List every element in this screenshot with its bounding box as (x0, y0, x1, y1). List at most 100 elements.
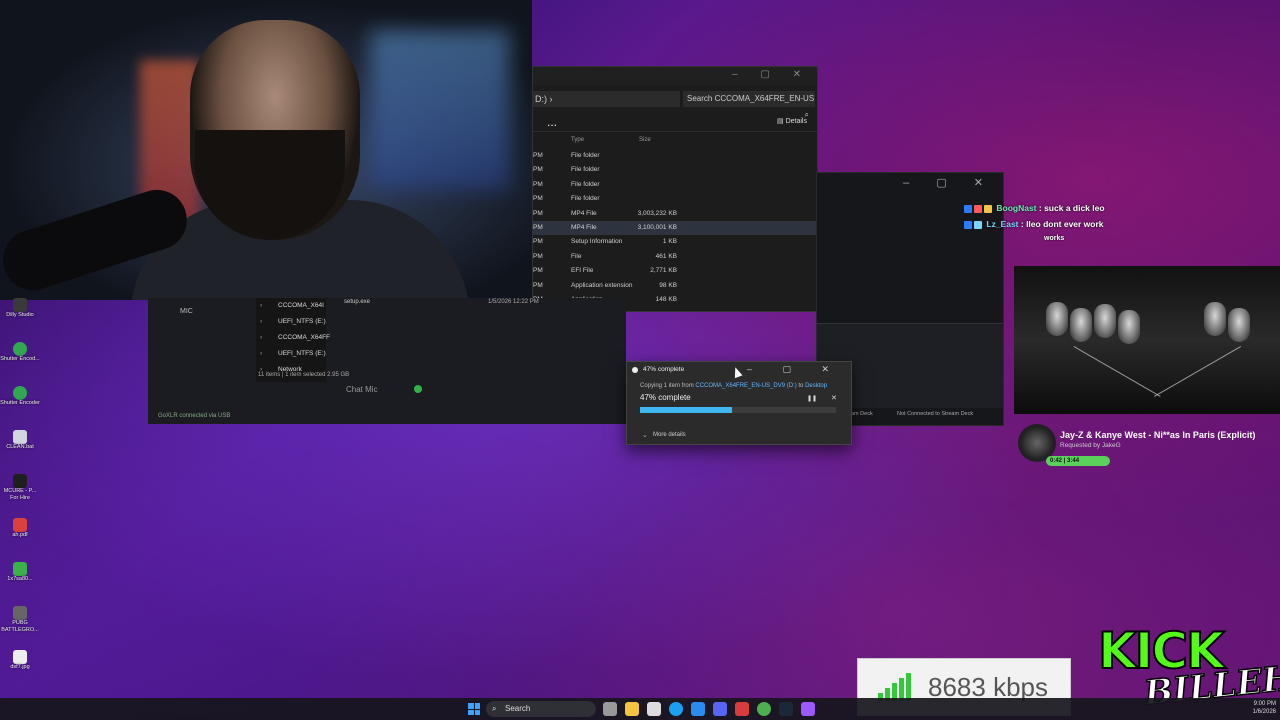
clock-time: 9:00 PM (1253, 701, 1276, 707)
file-row[interactable]: PM EFI File 2,771 KB (533, 264, 817, 278)
desktop-icon[interactable]: Shutter Encod... (0, 342, 40, 386)
modified-cell: PM (533, 238, 543, 246)
file-row[interactable]: PM File folder (533, 178, 817, 192)
size-cell: 3,003,232 KB (637, 209, 677, 217)
dialog-window-controls[interactable]: – ▢ ✕ (747, 364, 843, 375)
obs-icon[interactable] (735, 702, 749, 716)
chat-mic-label: Chat Mic (346, 385, 378, 394)
tree-item-drive[interactable]: › CCCOMA_X64FF (256, 330, 330, 346)
chat-overlay: BoogNast : suck a dick leo Lz_East : lle… (964, 203, 1264, 251)
taskbar: ⌕ Search 9:00 PM 1/6/2026 (0, 698, 1280, 720)
tree-item-drive[interactable]: › UEFI_NTFS (E:) (256, 314, 326, 330)
chrome-icon[interactable] (757, 702, 771, 716)
badge-icon (974, 204, 982, 213)
chevron-down-icon[interactable]: ⌄ (642, 431, 648, 439)
source-link[interactable]: CCCOMA_X64FRE_EN-US_DV9 (D:) (695, 383, 796, 389)
streamdeck-window-controls[interactable]: – ▢ ✕ (903, 176, 995, 189)
file-explorer-icon[interactable] (625, 702, 639, 716)
cancel-button[interactable]: ✕ (831, 394, 837, 402)
app-icon (13, 474, 27, 488)
more-details-button[interactable]: More details (653, 432, 686, 438)
taskbar-search[interactable]: ⌕ Search (486, 701, 596, 717)
type-cell: MP4 File (571, 209, 597, 217)
video-face (1046, 302, 1068, 336)
deck-label: am Deck (851, 411, 873, 417)
premiere-icon[interactable] (801, 702, 815, 716)
explorer-search-input[interactable]: Search CCCOMA_X64FRE_EN-US ⌕ (683, 91, 815, 119)
details-icon: ▤ (777, 118, 784, 125)
column-header: Type Size (533, 135, 817, 147)
modified-cell: PM (533, 223, 543, 231)
search-placeholder: Search CCCOMA_X64FRE_EN-US (687, 94, 815, 103)
desktop-icon[interactable]: Dilly Studio (0, 298, 40, 342)
video-face (1228, 308, 1250, 342)
type-cell: Setup Information (571, 238, 623, 246)
size-cell: 98 KB (659, 281, 677, 289)
desktop-icon-label: 1x7sa80... (7, 576, 33, 582)
obs-audio-panel: MIC › CCCOMA_X64I › UEFI_NTFS (E:) › CCCOMA… (148, 298, 626, 424)
file-row[interactable]: PM File 461 KB (533, 250, 817, 264)
file-row-selected[interactable]: PM MP4 File 3,100,001 KB (533, 220, 817, 236)
goxlr-status: GoXLR connected via USB (158, 413, 231, 419)
notes-icon[interactable] (647, 702, 661, 716)
store-icon[interactable] (691, 702, 705, 716)
badge-icon (964, 204, 972, 213)
explorer-window-controls[interactable]: – ▢ ✕ (732, 69, 811, 80)
system-clock[interactable]: 9:00 PM 1/6/2026 (1253, 700, 1276, 716)
chevron-right-icon[interactable]: › (260, 302, 262, 309)
desktop-icon[interactable]: PUBG BATTLEGRO... (0, 606, 40, 650)
tree-item-drive[interactable]: › UEFI_NTFS (E:) (256, 346, 326, 362)
file-row[interactable]: PM File folder (533, 149, 817, 163)
song-progress-pill: 0:42 | 3:44 (1046, 456, 1110, 466)
badge-icon (964, 220, 972, 229)
desktop-icon[interactable]: MCURE - P... For Hire (0, 474, 40, 518)
address-bar[interactable]: D:) › (533, 91, 680, 107)
file-date: 1/5/2026 12:22 PM (488, 299, 539, 305)
desktop-icon-label: PUBG BATTLEGRO... (1, 620, 39, 633)
chat-text: lleo dont ever work (1026, 219, 1104, 229)
window-light (370, 30, 510, 190)
destination-link[interactable]: Desktop (805, 383, 827, 389)
file-row[interactable]: PM File folder (533, 163, 817, 177)
tree-item-drive[interactable]: › CCCOMA_X64I (256, 298, 326, 314)
discord-icon[interactable] (713, 702, 727, 716)
desktop-icon-label: Dilly Studio (6, 312, 34, 318)
file-row[interactable]: PM Application extension 98 KB (533, 279, 817, 293)
more-options-button[interactable]: ... (547, 115, 557, 129)
chevron-right-icon[interactable]: › (260, 334, 262, 341)
app-icon (13, 430, 27, 444)
pause-button[interactable]: ❚❚ (807, 395, 817, 402)
desktop-icon[interactable]: 1x7sa80... (0, 562, 40, 606)
desktop-icon[interactable]: Shutter Encoder (0, 386, 40, 430)
webcam-feed (0, 0, 532, 300)
desktop-icon[interactable]: dsf7.jpg (0, 650, 40, 694)
task-view-icon[interactable] (603, 702, 617, 716)
type-cell: EFI File (571, 267, 594, 275)
file-row[interactable]: PM MP4 File 3,003,232 KB (533, 207, 817, 221)
type-cell: File folder (571, 166, 600, 174)
file-explorer-window: – ▢ ✕ D:) › Search CCCOMA_X64FRE_EN-US ⌕… (532, 66, 818, 312)
edge-icon[interactable] (669, 702, 683, 716)
desktop-icon[interactable]: CLEAN.bat (0, 430, 40, 474)
steam-icon[interactable] (779, 702, 793, 716)
setup-file-name[interactable]: setup.exe (344, 299, 370, 305)
chevron-right-icon[interactable]: › (260, 350, 262, 357)
file-row[interactable]: PM Setup Information 1 KB (533, 235, 817, 249)
file-row[interactable]: PM File folder (533, 192, 817, 206)
windows-start-icon[interactable] (468, 703, 480, 715)
details-button[interactable]: ▤ Details (777, 117, 807, 125)
desktop-icon-label: Shutter Encod... (0, 356, 40, 362)
desktop-icons: Dilly Studio Shutter Encod... Shutter En… (0, 298, 40, 694)
tree-item-label: UEFI_NTFS (E:) (278, 350, 326, 357)
chevron-right-icon[interactable]: › (260, 318, 262, 325)
desktop-icon[interactable]: ah.pdf (0, 518, 40, 562)
size-column-header[interactable]: Size (639, 137, 651, 143)
modified-cell: PM (533, 152, 543, 159)
type-cell: File folder (571, 152, 600, 159)
chat-overflow: works (1044, 235, 1065, 242)
type-column-header[interactable]: Type (571, 137, 584, 143)
chevron-right-icon: › (549, 94, 553, 104)
song-title: Jay-Z & Kanye West - Ni**as In Paris (Ex… (1060, 430, 1256, 440)
video-face (1094, 304, 1116, 338)
requested-by: Requested by JakeG (1060, 442, 1121, 449)
